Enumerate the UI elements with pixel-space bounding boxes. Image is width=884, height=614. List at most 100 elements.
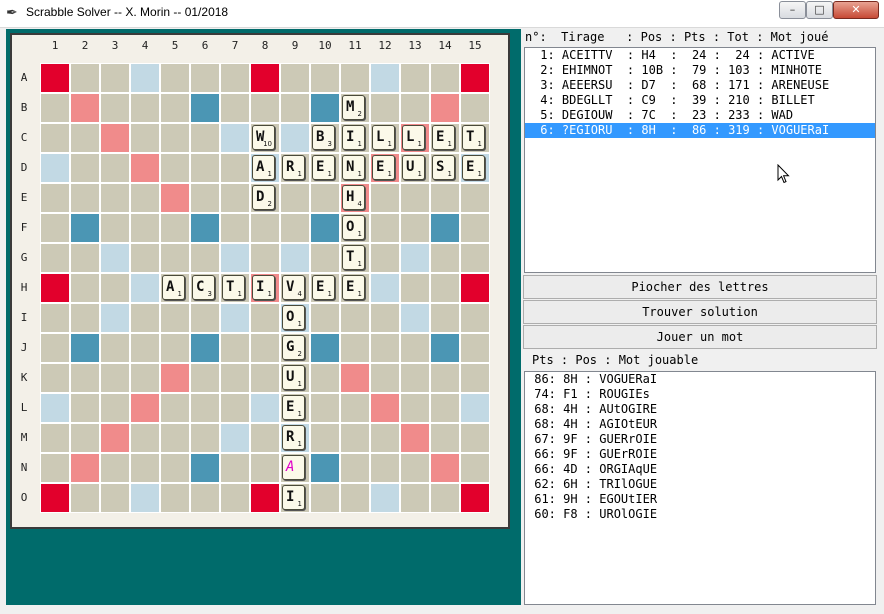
double-word-square[interactable] [71,454,99,482]
board-square[interactable] [371,214,399,242]
board-square[interactable] [131,244,159,272]
board-square[interactable] [131,334,159,362]
board-square[interactable] [221,484,249,512]
board-square[interactable] [401,214,429,242]
board-square[interactable] [311,364,339,392]
board-square[interactable] [71,304,99,332]
board-square[interactable] [41,94,69,122]
board-square[interactable] [221,394,249,422]
board-square[interactable] [251,454,279,482]
board-square[interactable] [431,64,459,92]
board-square[interactable] [251,364,279,392]
board-square[interactable] [431,184,459,212]
solution-row[interactable]: 61: 9H : EGOUtIER [525,492,875,507]
solution-row[interactable]: 86: 8H : VOGUERaI [525,372,875,387]
board-square[interactable] [191,184,219,212]
board-square[interactable] [101,64,129,92]
double-letter-square[interactable] [41,154,69,182]
board-square[interactable] [371,244,399,272]
solutions-list[interactable]: 86: 8H : VOGUERaI 74: F1 : ROUGIEs 68: 4… [524,371,876,605]
board-square[interactable] [71,184,99,212]
board-square[interactable] [281,94,309,122]
double-letter-square[interactable] [401,304,429,332]
triple-letter-square[interactable] [311,334,339,362]
double-letter-square[interactable] [221,244,249,272]
board-square[interactable] [71,424,99,452]
board-square[interactable] [191,64,219,92]
board-square[interactable] [341,334,369,362]
history-row[interactable]: 1: ACEITTV : H4 : 24 : 24 : ACTIVE [525,48,875,63]
board-square[interactable] [101,94,129,122]
double-letter-square[interactable] [41,394,69,422]
board-square[interactable] [161,154,189,182]
double-letter-square[interactable] [221,124,249,152]
board-square[interactable] [251,244,279,272]
double-word-square[interactable] [431,454,459,482]
board-square[interactable] [431,364,459,392]
board-square[interactable] [131,364,159,392]
solution-row[interactable]: 68: 4H : AUtOGIRE [525,402,875,417]
board-square[interactable] [341,64,369,92]
board-square[interactable] [71,244,99,272]
board-square[interactable] [101,334,129,362]
triple-letter-square[interactable] [311,454,339,482]
board-square[interactable] [311,394,339,422]
board-square[interactable] [131,214,159,242]
board-square[interactable] [161,394,189,422]
board-square[interactable] [131,184,159,212]
minimize-button[interactable]: – [779,1,806,19]
board-square[interactable] [401,484,429,512]
triple-letter-square[interactable] [191,334,219,362]
board-square[interactable] [161,304,189,332]
double-letter-square[interactable] [461,394,489,422]
board-square[interactable] [71,274,99,302]
board-square[interactable] [161,484,189,512]
board-square[interactable] [281,214,309,242]
board-square[interactable] [101,214,129,242]
board-square[interactable] [101,454,129,482]
board-square[interactable] [41,244,69,272]
triple-word-square[interactable] [41,484,69,512]
triple-word-square[interactable] [461,274,489,302]
board-square[interactable] [371,364,399,392]
board-square[interactable] [71,484,99,512]
board-square[interactable] [41,184,69,212]
board-square[interactable] [41,304,69,332]
triple-letter-square[interactable] [71,334,99,362]
board-square[interactable] [401,334,429,362]
history-row[interactable]: 5: DEGIOUW : 7C : 23 : 233 : WAD [525,108,875,123]
board-square[interactable] [431,304,459,332]
close-button[interactable]: ✕ [833,1,879,19]
triple-word-square[interactable] [41,64,69,92]
triple-letter-square[interactable] [191,454,219,482]
board-square[interactable] [191,154,219,182]
board-square[interactable] [461,184,489,212]
board-square[interactable] [221,334,249,362]
board-square[interactable] [101,274,129,302]
double-letter-square[interactable] [221,424,249,452]
board-square[interactable] [71,394,99,422]
board-square[interactable] [401,94,429,122]
board-square[interactable] [221,184,249,212]
board-square[interactable] [191,244,219,272]
board-square[interactable] [131,454,159,482]
board-square[interactable] [431,394,459,422]
double-letter-square[interactable] [401,244,429,272]
board-square[interactable] [191,394,219,422]
double-letter-square[interactable] [221,304,249,332]
board-square[interactable] [311,244,339,272]
board-square[interactable] [341,454,369,482]
board-square[interactable] [371,304,399,332]
double-word-square[interactable] [131,394,159,422]
board-square[interactable] [341,424,369,452]
play-word-button[interactable]: Jouer un mot [523,325,877,349]
board-square[interactable] [281,184,309,212]
double-letter-square[interactable] [251,394,279,422]
board-square[interactable] [131,424,159,452]
solution-row[interactable]: 62: 6H : TRIlOGUE [525,477,875,492]
board-square[interactable] [161,244,189,272]
double-word-square[interactable] [401,424,429,452]
board-square[interactable] [191,124,219,152]
board-square[interactable] [221,214,249,242]
board-square[interactable] [221,94,249,122]
